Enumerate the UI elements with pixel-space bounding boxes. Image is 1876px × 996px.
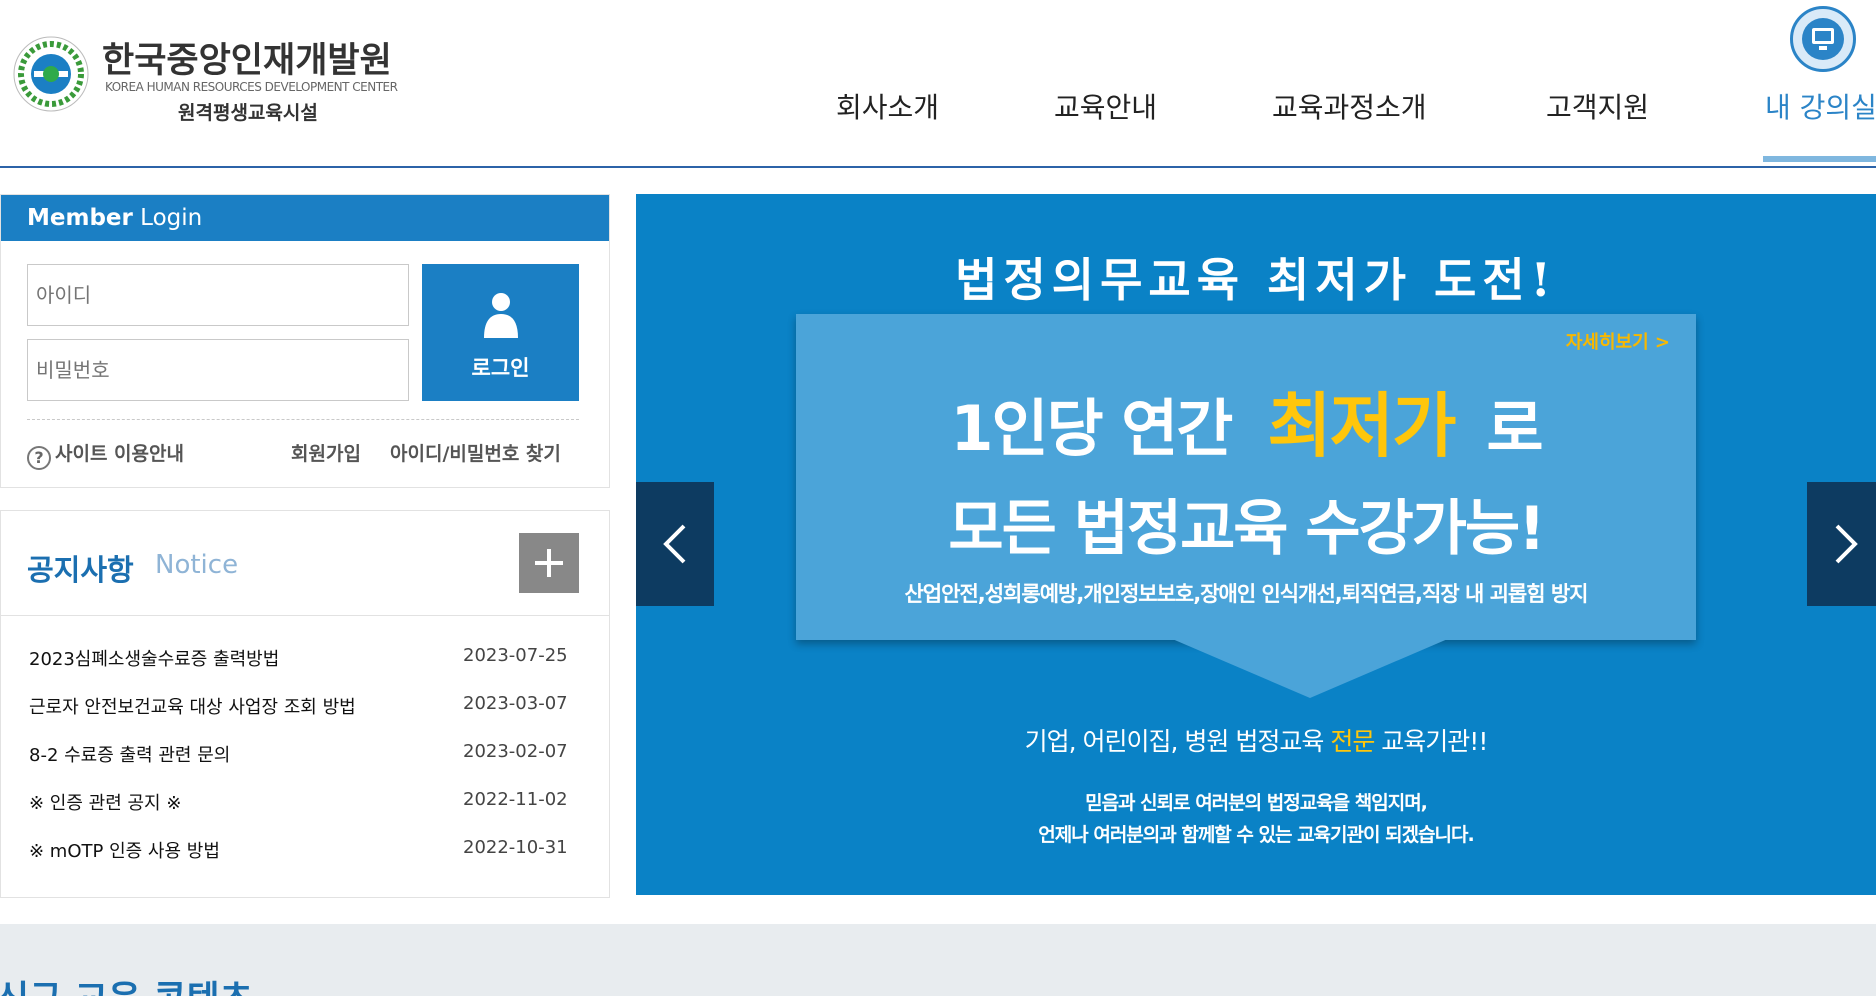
notice-more-button[interactable] [519,533,579,593]
notice-item-title[interactable]: ※ 인증 관련 공지 ※ [29,789,181,815]
logo-emblem-icon [13,36,89,112]
site-guide-label: 사이트 이용안내 [55,443,184,465]
site-header: 한국중앙인재개발원 KOREA HUMAN RESOURCES DEVELOPM… [0,0,1876,168]
notice-item[interactable]: 8-2 수료증 출력 관련 문의 2023-02-07 [27,741,568,771]
notice-item[interactable]: ※ mOTP 인증 사용 방법 2022-10-31 [27,837,568,867]
banner-line1-pre: 1인당 연간 [950,392,1233,465]
notice-title-en: Notice [155,550,239,580]
chevron-left-icon [663,524,686,564]
banner-prev-button[interactable] [636,482,714,606]
notice-title: 공지사항 [27,553,134,587]
help-icon: ? [27,446,51,470]
login-title-bold: Member [27,205,133,231]
login-title-rest: Login [132,205,203,231]
notice-item[interactable]: ※ 인증 관련 공지 ※ 2022-11-02 [27,789,568,819]
nav-my-lecture[interactable]: 내 강의실 [1765,86,1876,126]
banner-pointer [1170,638,1450,698]
banner-more-link[interactable]: 자세히보기 > [1566,328,1670,354]
nav-education-guide[interactable]: 교육안내 [1054,86,1157,126]
notice-item-date: 2022-11-02 [463,789,568,810]
login-divider [27,419,579,420]
site-guide-link[interactable]: ? 사이트 이용안내 [27,439,184,470]
banner-headline: 법정의무교육 최저가 도전! [955,253,1557,307]
logo-english-name: KOREA HUMAN RESOURCES DEVELOPMENT CENTER [105,80,398,94]
chevron-right-icon [1835,524,1858,564]
banner-tagline-pre: 기업, 어린이집, 병원 법정교육 [1024,727,1331,756]
notice-item-date: 2023-07-25 [463,645,568,666]
notice-item-title[interactable]: ※ mOTP 인증 사용 방법 [29,837,220,863]
notice-item-date: 2022-10-31 [463,837,568,858]
notice-header: 공지사항 Notice [1,511,609,616]
new-content-section: 신규 교육 콘텐츠 [0,924,1876,996]
notice-item-title[interactable]: 근로자 안전보건교육 대상 사업장 조회 방법 [29,693,356,719]
login-button-label: 로그인 [471,356,530,380]
active-nav-indicator [1763,156,1876,162]
notice-item-date: 2023-03-07 [463,693,568,714]
nav-customer-support[interactable]: 고객지원 [1546,86,1649,126]
banner-course-list: 산업안전,성희롱예방,개인정보보호,장애인 인식개선,퇴직연금,직장 내 괴롭힘… [904,582,1588,606]
logo-subtitle: 원격평생교육시설 [178,102,318,124]
monitor-icon[interactable] [1790,6,1856,72]
banner-card: 자세히보기 > 1인당 연간 최저가 로 모든 법정교육 수강가능! 산업안전,성희… [796,314,1696,698]
banner-tagline-highlight: 전문 [1330,727,1375,756]
notice-item[interactable]: 근로자 안전보건교육 대상 사업장 조회 방법 2023-03-07 [27,693,568,723]
nav-course-intro[interactable]: 교육과정소개 [1272,86,1427,126]
banner-message-2: 언제나 여러분의과 함께할 수 있는 교육기관이 되겠습니다. [1038,824,1474,846]
notice-panel: 공지사항 Notice 2023심폐소생술수료증 출력방법 2023-07-25… [0,510,610,898]
banner-tagline-post: 교육기관!! [1374,727,1488,756]
notice-item-title[interactable]: 8-2 수료증 출력 관련 문의 [29,741,230,767]
id-input[interactable] [27,264,409,326]
banner-line1-highlight: 최저가 [1267,385,1456,467]
logo-korean-name: 한국중앙인재개발원 [102,41,392,81]
banner-tagline: 기업, 어린이집, 병원 법정교육 전문 교육기관!! [636,722,1876,758]
member-login-panel: Member Login 로그인 ?사이트 이용안내 회원가입 아이디/비밀번호… [0,194,610,488]
banner-all-courses-line: 모든 법정교육 수강가능! [948,494,1545,564]
main-banner[interactable]: 법정의무교육 최저가 도전! 자세히보기 > 1인당 연간 최저가 로 모든 법정교… [636,194,1876,895]
user-icon [484,293,518,338]
banner-message-1: 믿음과 신뢰로 여러분의 법정교육을 책임지며, [1085,792,1428,814]
login-title: Member Login [1,195,609,241]
find-account-link[interactable]: 아이디/비밀번호 찾기 [390,439,561,466]
notice-item-title[interactable]: 2023심폐소생술수료증 출력방법 [29,645,279,671]
notice-item[interactable]: 2023심폐소생술수료증 출력방법 2023-07-25 [27,645,568,675]
banner-next-button[interactable] [1807,482,1876,606]
new-content-title: 신규 교육 콘텐츠 [0,970,253,996]
site-logo[interactable]: 한국중앙인재개발원 KOREA HUMAN RESOURCES DEVELOPM… [12,30,402,130]
password-input[interactable] [27,339,409,401]
nav-company[interactable]: 회사소개 [836,86,939,126]
login-button[interactable]: 로그인 [422,264,579,401]
notice-item-date: 2023-02-07 [463,741,568,762]
banner-price-line: 1인당 연간 최저가 로 [796,370,1696,471]
banner-line1-post: 로 [1486,392,1544,465]
signup-link[interactable]: 회원가입 [291,439,361,466]
